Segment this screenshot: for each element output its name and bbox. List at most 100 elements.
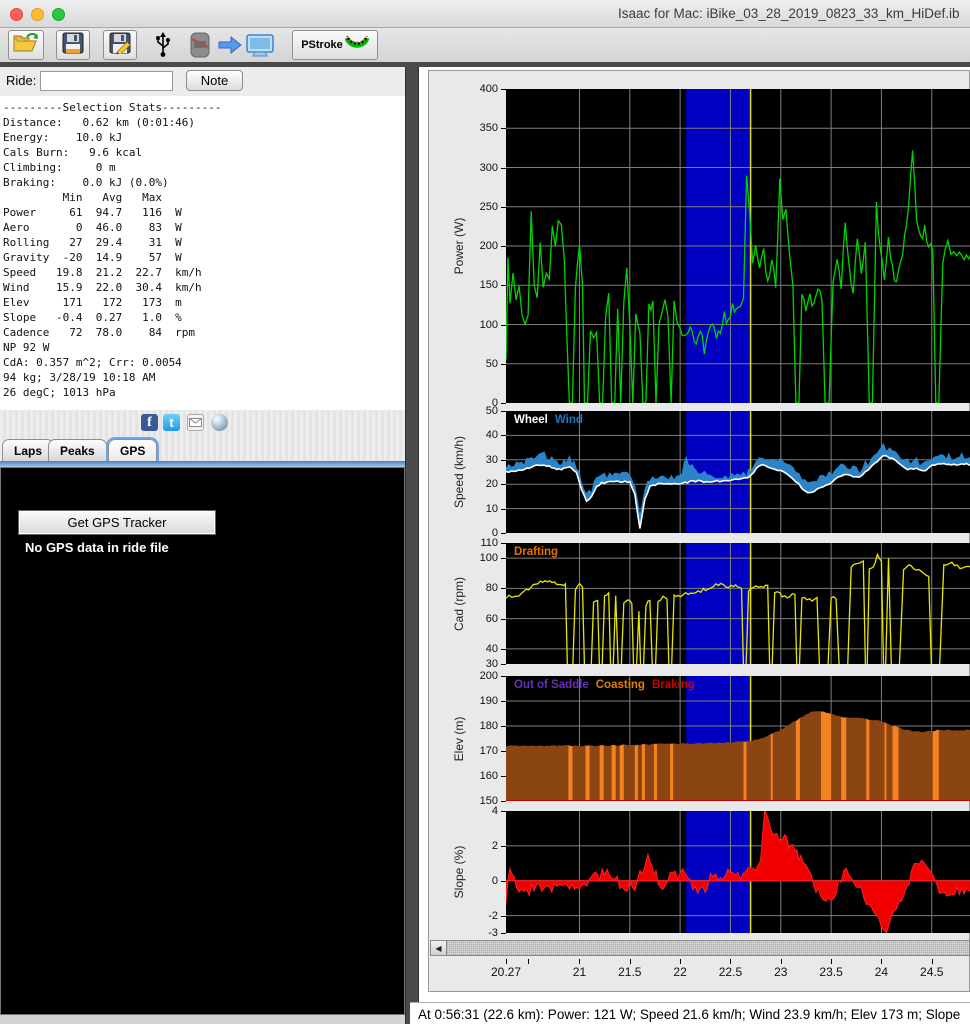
y-tick-label: 80 xyxy=(429,582,498,594)
y-tick-label: 160 xyxy=(429,770,498,782)
x-tick-mark xyxy=(831,959,832,964)
x-tick-mark xyxy=(630,959,631,964)
selection-stats: ---------Selection Stats--------- Distan… xyxy=(3,100,222,400)
app-window: Isaac for Mac: iBike_03_28_2019_0823_33_… xyxy=(0,0,970,1024)
ride-row: Ride: Note xyxy=(0,67,405,96)
window-title: Isaac for Mac: iBike_03_28_2019_0823_33_… xyxy=(618,6,959,21)
x-minor-tick-mark xyxy=(528,959,529,964)
tab-gps[interactable]: GPS xyxy=(108,439,157,461)
slope-axis-label: Slope (%) xyxy=(452,846,466,899)
panel-divider[interactable] xyxy=(405,67,419,1024)
x-tick-mark xyxy=(579,959,580,964)
ride-label: Ride: xyxy=(6,73,36,88)
slope-chart[interactable]: Slope (%)420-2-3 xyxy=(429,811,969,933)
save-icon xyxy=(62,32,84,59)
elevation-legend: Out of Saddle Coasting Braking xyxy=(514,679,702,691)
y-tick-label: 50 xyxy=(429,358,498,370)
y-tick-mark xyxy=(501,801,506,802)
y-tick-label: -2 xyxy=(429,910,498,922)
power-chart[interactable]: Power (W)400350300250200150100500 xyxy=(429,89,969,403)
save-as-button[interactable] xyxy=(103,30,137,60)
zoom-button[interactable] xyxy=(52,8,65,21)
speed-axis-label: Speed (km/h) xyxy=(452,436,466,508)
legend-item: Drafting xyxy=(514,546,558,558)
speed-legend: Wheel Wind xyxy=(514,414,590,426)
x-tick-label: 24 xyxy=(875,965,888,979)
y-tick-label: 60 xyxy=(429,613,498,625)
elevation-chart[interactable]: Elev (m)200190180170160150Out of SaddleC… xyxy=(429,676,969,801)
gps-message: No GPS data in ride file xyxy=(25,540,169,555)
legend-item: Out of Saddle xyxy=(514,679,589,691)
save-as-icon xyxy=(109,32,131,59)
twitter-icon[interactable]: t xyxy=(163,414,180,431)
x-tick-label: 22 xyxy=(673,965,686,979)
ride-name-input[interactable] xyxy=(40,71,173,91)
minimize-button[interactable] xyxy=(31,8,44,21)
y-tick-label: 30 xyxy=(429,454,498,466)
y-tick-label: 0 xyxy=(429,875,498,887)
pedal-stroke-icon xyxy=(345,34,369,57)
google-earth-icon[interactable] xyxy=(211,414,228,431)
x-tick-label: 23.5 xyxy=(819,965,842,979)
x-tick-mark xyxy=(730,959,731,964)
scroll-left-arrow[interactable]: ◀ xyxy=(431,941,447,955)
legend-item: Wind xyxy=(555,414,583,426)
pstroke-button[interactable]: PStroke xyxy=(292,30,378,60)
open-folder-icon xyxy=(13,33,39,58)
send-to-device-button[interactable] xyxy=(184,30,280,60)
gps-panel: Get GPS Tracker No GPS data in ride file xyxy=(0,467,405,1015)
y-tick-label: 250 xyxy=(429,201,498,213)
legend-item: Braking xyxy=(652,679,695,691)
pstroke-label: PStroke xyxy=(301,39,343,51)
cadence-chart[interactable]: Cad (rpm)11010080604030Drafting xyxy=(429,543,969,664)
x-tick-mark xyxy=(506,959,507,964)
tabs-row: Laps Peaks GPS xyxy=(0,438,405,461)
y-tick-label: 4 xyxy=(429,805,498,817)
x-tick-mark xyxy=(881,959,882,964)
note-button[interactable]: Note xyxy=(186,70,243,91)
x-tick-mark xyxy=(680,959,681,964)
horizontal-scrollbar[interactable]: ◀ xyxy=(430,940,970,956)
bottom-filler xyxy=(0,1015,405,1024)
tab-peaks[interactable]: Peaks xyxy=(48,439,107,461)
y-tick-label: 190 xyxy=(429,695,498,707)
chart-area[interactable]: ◀ Power (W)400350300250200150100500Speed… xyxy=(428,70,970,992)
y-tick-label: 200 xyxy=(429,240,498,252)
x-tick-label: 21 xyxy=(573,965,586,979)
x-tick-label: 24.5 xyxy=(920,965,943,979)
y-tick-label: 100 xyxy=(429,319,498,331)
social-row: f t xyxy=(0,410,405,438)
titlebar: Isaac for Mac: iBike_03_28_2019_0823_33_… xyxy=(0,0,970,28)
x-tick-label: 22.5 xyxy=(719,965,742,979)
legend-item: Wheel xyxy=(514,414,548,426)
y-tick-label: 100 xyxy=(429,552,498,564)
y-tick-label: 170 xyxy=(429,745,498,757)
y-tick-label: 200 xyxy=(429,670,498,682)
email-icon[interactable] xyxy=(187,414,204,431)
cadence-legend: Drafting xyxy=(514,546,565,558)
usb-icon[interactable] xyxy=(150,30,176,60)
y-tick-label: 400 xyxy=(429,83,498,95)
tab-peaks-label: Peaks xyxy=(60,444,95,458)
open-file-button[interactable] xyxy=(8,30,44,60)
y-tick-label: 350 xyxy=(429,122,498,134)
tab-laps[interactable]: Laps xyxy=(2,439,54,461)
status-bar: At 0:56:31 (22.6 km): Power: 121 W; Spee… xyxy=(410,1002,970,1024)
x-tick-label: 23 xyxy=(774,965,787,979)
y-tick-label: 110 xyxy=(429,537,498,549)
tab-laps-label: Laps xyxy=(14,444,42,458)
cursor-readout: At 0:56:31 (22.6 km): Power: 121 W; Spee… xyxy=(418,1007,960,1022)
get-gps-tracker-button[interactable]: Get GPS Tracker xyxy=(18,510,216,535)
legend-item: Coasting xyxy=(596,679,645,691)
x-tick-mark xyxy=(781,959,782,964)
close-button[interactable] xyxy=(10,8,23,21)
x-tick-label: 20.27 xyxy=(491,965,521,979)
save-button[interactable] xyxy=(56,30,90,60)
y-tick-label: 50 xyxy=(429,405,498,417)
y-tick-mark xyxy=(501,403,506,404)
facebook-icon[interactable]: f xyxy=(141,414,158,431)
y-tick-label: 30 xyxy=(429,658,498,670)
speed-chart[interactable]: Speed (km/h)50403020100WheelWind xyxy=(429,411,969,533)
toolbar: PStroke xyxy=(0,28,970,62)
y-tick-label: 180 xyxy=(429,720,498,732)
